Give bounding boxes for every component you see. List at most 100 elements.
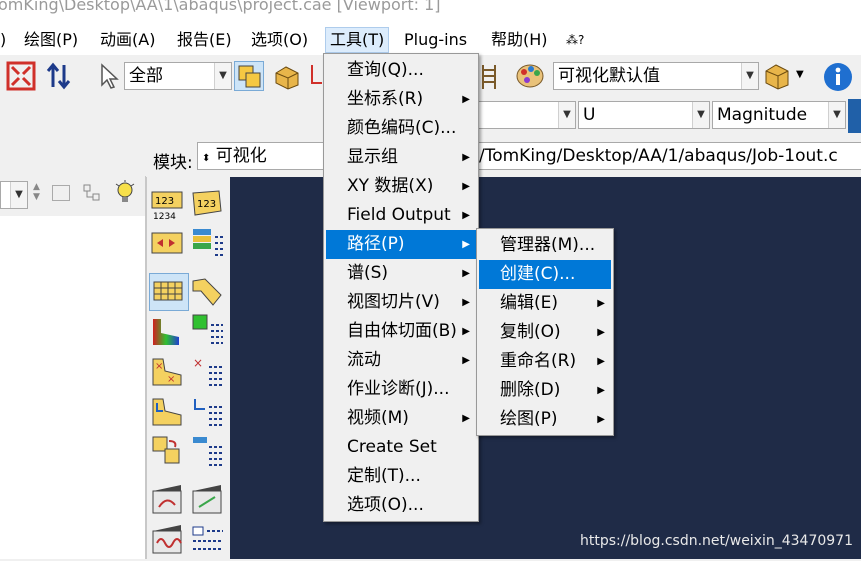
submenu-arrow-icon: ▶ <box>462 297 470 308</box>
menu-item-color-code[interactable]: 颜色编码(C)... <box>326 114 476 143</box>
menu-item-field-output[interactable]: Field Output ▶ <box>326 201 476 230</box>
menu-item-path-copy[interactable]: 复制(O) ▶ <box>479 318 611 347</box>
menu-plug-ins[interactable]: Plug-ins <box>400 28 471 52</box>
submenu-arrow-icon: ▶ <box>597 298 605 309</box>
context-help-icon[interactable]: ⁂? <box>562 28 588 52</box>
submenu-arrow-icon: ▶ <box>462 413 470 424</box>
tools-menu: 查询(Q)... 坐标系(R) ▶ 颜色编码(C)... 显示组 ▶ XY 数据(X… <box>323 53 479 522</box>
menu-item-create-set[interactable]: Create Set <box>326 433 476 462</box>
menu-item-movie[interactable]: 视频(M) ▶ <box>326 404 476 433</box>
menu-item-job-diagnostics[interactable]: 作业诊断(J)... <box>326 375 476 404</box>
menu-plot[interactable]: 绘图(P) <box>20 28 82 52</box>
spinner-icon[interactable]: ▲ ▼ <box>33 182 40 202</box>
menu-item-xy-data[interactable]: XY 数据(X) ▶ <box>326 172 476 201</box>
menu-help[interactable]: 帮助(H) <box>487 28 552 52</box>
chevron-down-icon: ▼ <box>692 102 709 128</box>
menu-item-spectrum[interactable]: 谱(S) ▶ <box>326 259 476 288</box>
menu-tools[interactable]: 工具(T) <box>325 27 390 53</box>
sort-arrows-icon[interactable] <box>44 61 74 91</box>
ladder-icon[interactable] <box>475 61 505 91</box>
submenu-arrow-icon: ▶ <box>462 326 470 337</box>
layers-icon[interactable] <box>191 227 223 257</box>
chevron-down-icon: ▼ <box>558 102 575 128</box>
path-submenu: 管理器(M)... 创建(C)... 编辑(E) ▶ 复制(O) ▶ 重命名(R) ▶… <box>476 228 614 436</box>
invariant-select[interactable]: Magnitude ▼ <box>712 101 846 129</box>
plot-symbols-icon[interactable]: × × <box>151 355 182 386</box>
menu-item-datum-csys[interactable]: 坐标系(R) ▶ <box>326 85 476 114</box>
model-tree-toolbar: ▼ ▲ ▼ <box>0 176 145 216</box>
menu-item-query[interactable]: 查询(Q)... <box>326 56 476 85</box>
menu-view-partial[interactable]: ) <box>0 28 10 52</box>
menu-item-free-body-cut[interactable]: 自由体切面(B) ▶ <box>326 317 476 346</box>
odb-path-field[interactable]: /TomKing/Desktop/AA/1/abaqus/Job-1out.c <box>475 142 861 170</box>
plot-both-icon[interactable] <box>151 231 183 261</box>
animate-time-history-icon[interactable] <box>191 483 222 514</box>
visualization-defaults-value: 可视化默认值 <box>558 66 660 86</box>
menu-item-path[interactable]: 路径(P) ▶ <box>326 230 476 259</box>
window-title: omKing\Desktop\AA\1\abaqus\project.cae [… <box>0 0 441 14</box>
menu-report[interactable]: 报告(E) <box>173 28 236 52</box>
menu-item-path-edit[interactable]: 编辑(E) ▶ <box>479 289 611 318</box>
submenu-arrow-icon: ▶ <box>597 356 605 367</box>
view-dropdown-icon[interactable]: ▼ <box>796 69 804 80</box>
output-variable-type-select[interactable]: ▼ <box>470 101 576 129</box>
view-cube-icon[interactable] <box>762 61 792 91</box>
plot-deformed-icon[interactable]: 123 <box>191 189 222 219</box>
menu-item-customize[interactable]: 定制(T)... <box>326 462 476 491</box>
submenu-arrow-icon: ▶ <box>462 239 470 250</box>
odb-path-value: /TomKing/Desktop/AA/1/abaqus/Job-1out.c <box>479 146 838 166</box>
orientation-options-icon[interactable] <box>191 395 223 426</box>
plot-undeformed-icon[interactable]: 123 1234 <box>151 189 183 222</box>
chevron-down-icon: ▼ <box>828 102 845 128</box>
box-display-icon[interactable] <box>272 61 302 91</box>
animate-scale-factor-icon[interactable] <box>151 483 182 514</box>
contour-options-icon[interactable] <box>191 313 223 344</box>
animate-harmonic-icon[interactable] <box>151 523 182 554</box>
symbol-options-icon[interactable]: × <box>191 355 223 386</box>
tree-select[interactable]: ▼ <box>0 181 28 209</box>
select-pointer-icon[interactable] <box>94 61 124 91</box>
display-group-value: 全部 <box>129 66 163 86</box>
plot-material-orientations-icon[interactable] <box>151 395 182 426</box>
menu-item-path-manager[interactable]: 管理器(M)... <box>479 231 611 260</box>
module-select[interactable]: ⬍ 可视化 <box>197 142 327 170</box>
auto-fit-icon[interactable] <box>6 61 36 91</box>
menu-item-path-delete[interactable]: 删除(D) ▶ <box>479 376 611 405</box>
menu-item-view-cut[interactable]: 视图切片(V) ▶ <box>326 288 476 317</box>
lightbulb-icon[interactable] <box>114 180 136 206</box>
folder-up-icon[interactable] <box>52 185 70 201</box>
animation-options-icon[interactable] <box>191 523 223 553</box>
menu-item-display-group[interactable]: 显示组 ▶ <box>326 143 476 172</box>
module-value: 可视化 <box>215 146 267 166</box>
common-plot-options-icon[interactable] <box>151 435 181 465</box>
menu-options[interactable]: 选项(O) <box>247 28 312 52</box>
module-toolbox: 123 1234 123 × × × <box>146 177 231 559</box>
menu-item-path-rename[interactable]: 重命名(R) ▶ <box>479 347 611 376</box>
chevron-down-icon: ▼ <box>741 63 758 89</box>
menu-item-path-plot[interactable]: 绘图(P) ▶ <box>479 405 611 434</box>
replace-display-icon[interactable] <box>234 61 264 91</box>
display-group-select[interactable]: 全部 ▼ <box>124 62 232 90</box>
svg-text:1234: 1234 <box>153 212 176 221</box>
menu-item-path-create[interactable]: 创建(C)... <box>479 260 611 289</box>
tree-filter-icon[interactable] <box>82 183 102 203</box>
palette-icon[interactable] <box>515 61 545 91</box>
plot-contours-undeformed-icon[interactable] <box>149 273 189 311</box>
plot-contours-deformed-icon[interactable] <box>191 275 222 306</box>
submenu-arrow-icon: ▶ <box>597 327 605 338</box>
field-output-value: U <box>583 105 596 125</box>
submenu-arrow-icon: ▶ <box>462 181 470 192</box>
rotate-icon[interactable] <box>848 99 861 133</box>
submenu-arrow-icon: ▶ <box>597 385 605 396</box>
superimpose-options-icon[interactable] <box>191 435 223 466</box>
window-title-bar: omKing\Desktop\AA\1\abaqus\project.cae [… <box>0 0 861 22</box>
contour-gradient-icon[interactable] <box>151 315 181 345</box>
menu-item-stream[interactable]: 流动 ▶ <box>326 346 476 375</box>
context-bar: 模块: ⬍ 可视化 /TomKing/Desktop/AA/1/abaqus/J… <box>145 135 861 177</box>
field-output-select[interactable]: U ▼ <box>578 101 710 129</box>
menu-item-options[interactable]: 选项(O)... <box>326 491 476 520</box>
info-icon[interactable] <box>822 61 852 91</box>
visualization-defaults-select[interactable]: 可视化默认值 ▼ <box>553 62 759 90</box>
menu-animate[interactable]: 动画(A) <box>96 28 159 52</box>
submenu-arrow-icon: ▶ <box>597 414 605 425</box>
